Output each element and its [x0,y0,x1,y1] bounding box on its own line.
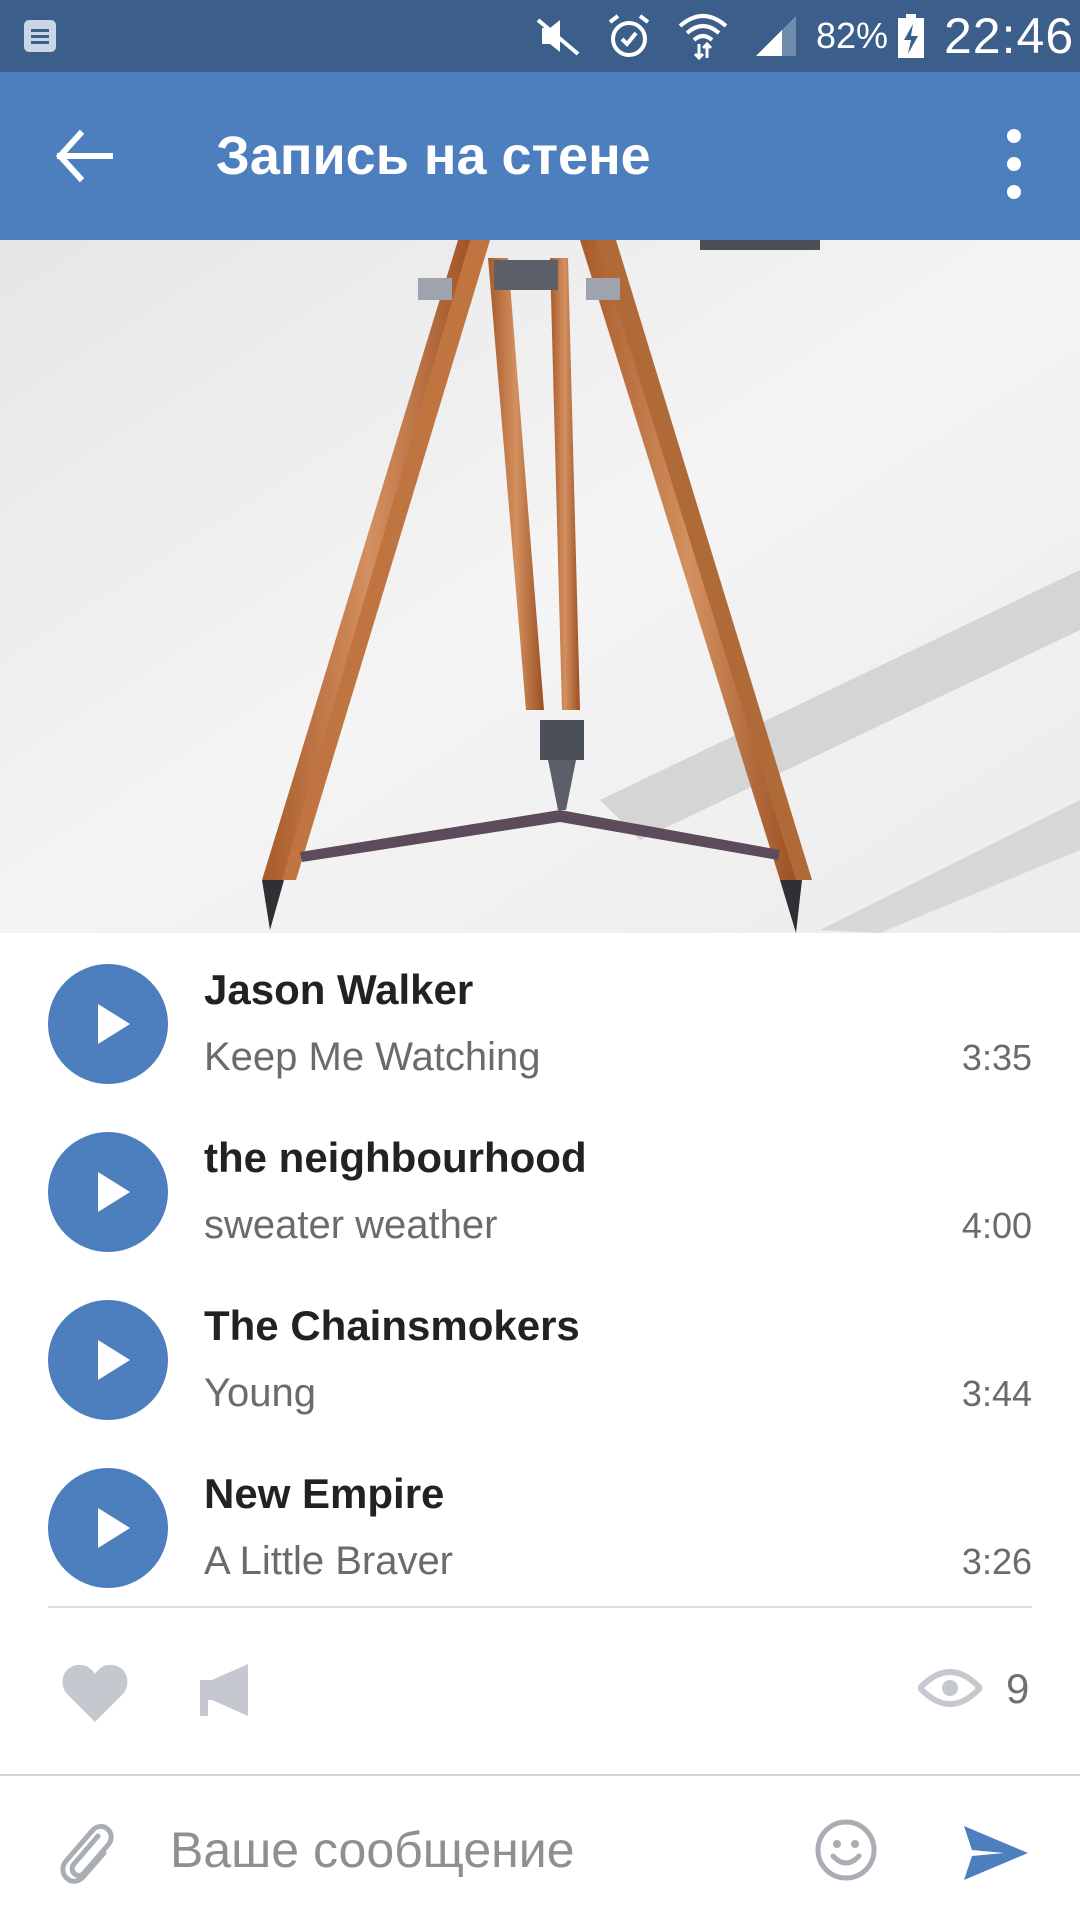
track-duration: 3:44 [961,1373,1032,1414]
play-button[interactable] [48,1300,168,1420]
send-button[interactable] [962,1824,1030,1882]
play-button[interactable] [48,1468,168,1588]
audio-track[interactable]: the neighbourhood sweater weather 4:00 [0,1114,1080,1282]
play-icon [98,1508,130,1548]
eye-icon [918,1669,982,1707]
track-title: sweater weather [204,1203,498,1247]
track-title: Young [204,1371,316,1415]
track-artist: The Chainsmokers [204,1302,580,1349]
megaphone-icon [200,1664,248,1716]
heart-icon [62,1664,128,1722]
smiley-icon [815,1819,877,1881]
signal-icon [756,16,796,56]
attach-button[interactable] [54,1814,118,1888]
views-count: 9 [1006,1665,1030,1712]
battery-charging-icon [898,14,924,58]
play-icon [98,1172,130,1212]
message-input[interactable] [170,1818,770,1882]
track-duration: 3:35 [961,1037,1032,1078]
paperclip-icon [60,1823,114,1884]
back-button[interactable] [40,112,128,200]
alarm-icon [608,14,650,57]
track-artist: the neighbourhood [204,1134,587,1181]
arrow-left-icon [55,129,113,183]
more-options-button[interactable] [990,124,1038,204]
status-bar: 82% 22:46 [0,0,1080,72]
wifi-icon [678,14,728,60]
play-icon [98,1340,130,1380]
clock: 22:46 [944,8,1075,64]
emoji-button[interactable] [814,1818,878,1882]
play-button[interactable] [48,1132,168,1252]
track-artist: Jason Walker [204,966,474,1013]
notification-icon [24,20,56,52]
composer-divider [0,1774,1080,1776]
track-title: A Little Braver [204,1539,454,1583]
track-duration: 4:00 [961,1205,1032,1246]
post-photo[interactable] [0,240,1080,933]
divider [48,1606,1032,1608]
audio-track[interactable]: The Chainsmokers Young 3:44 [0,1282,1080,1450]
share-button[interactable] [198,1660,254,1720]
send-icon [964,1826,1028,1880]
page-title: Запись на стене [216,126,651,186]
audio-track[interactable]: Jason Walker Keep Me Watching 3:35 [0,946,1080,1114]
play-button[interactable] [48,964,168,1084]
like-button[interactable] [60,1662,130,1724]
track-title: Keep Me Watching [204,1035,541,1079]
audio-track[interactable]: New Empire A Little Braver 3:26 [0,1450,1080,1618]
track-duration: 3:26 [961,1541,1032,1582]
play-icon [98,1004,130,1044]
app-bar: Запись на стене [0,72,1080,240]
battery-percentage: 82% [816,15,889,56]
track-artist: New Empire [204,1470,445,1517]
more-vertical-icon [1007,129,1021,199]
mute-icon [536,18,580,56]
